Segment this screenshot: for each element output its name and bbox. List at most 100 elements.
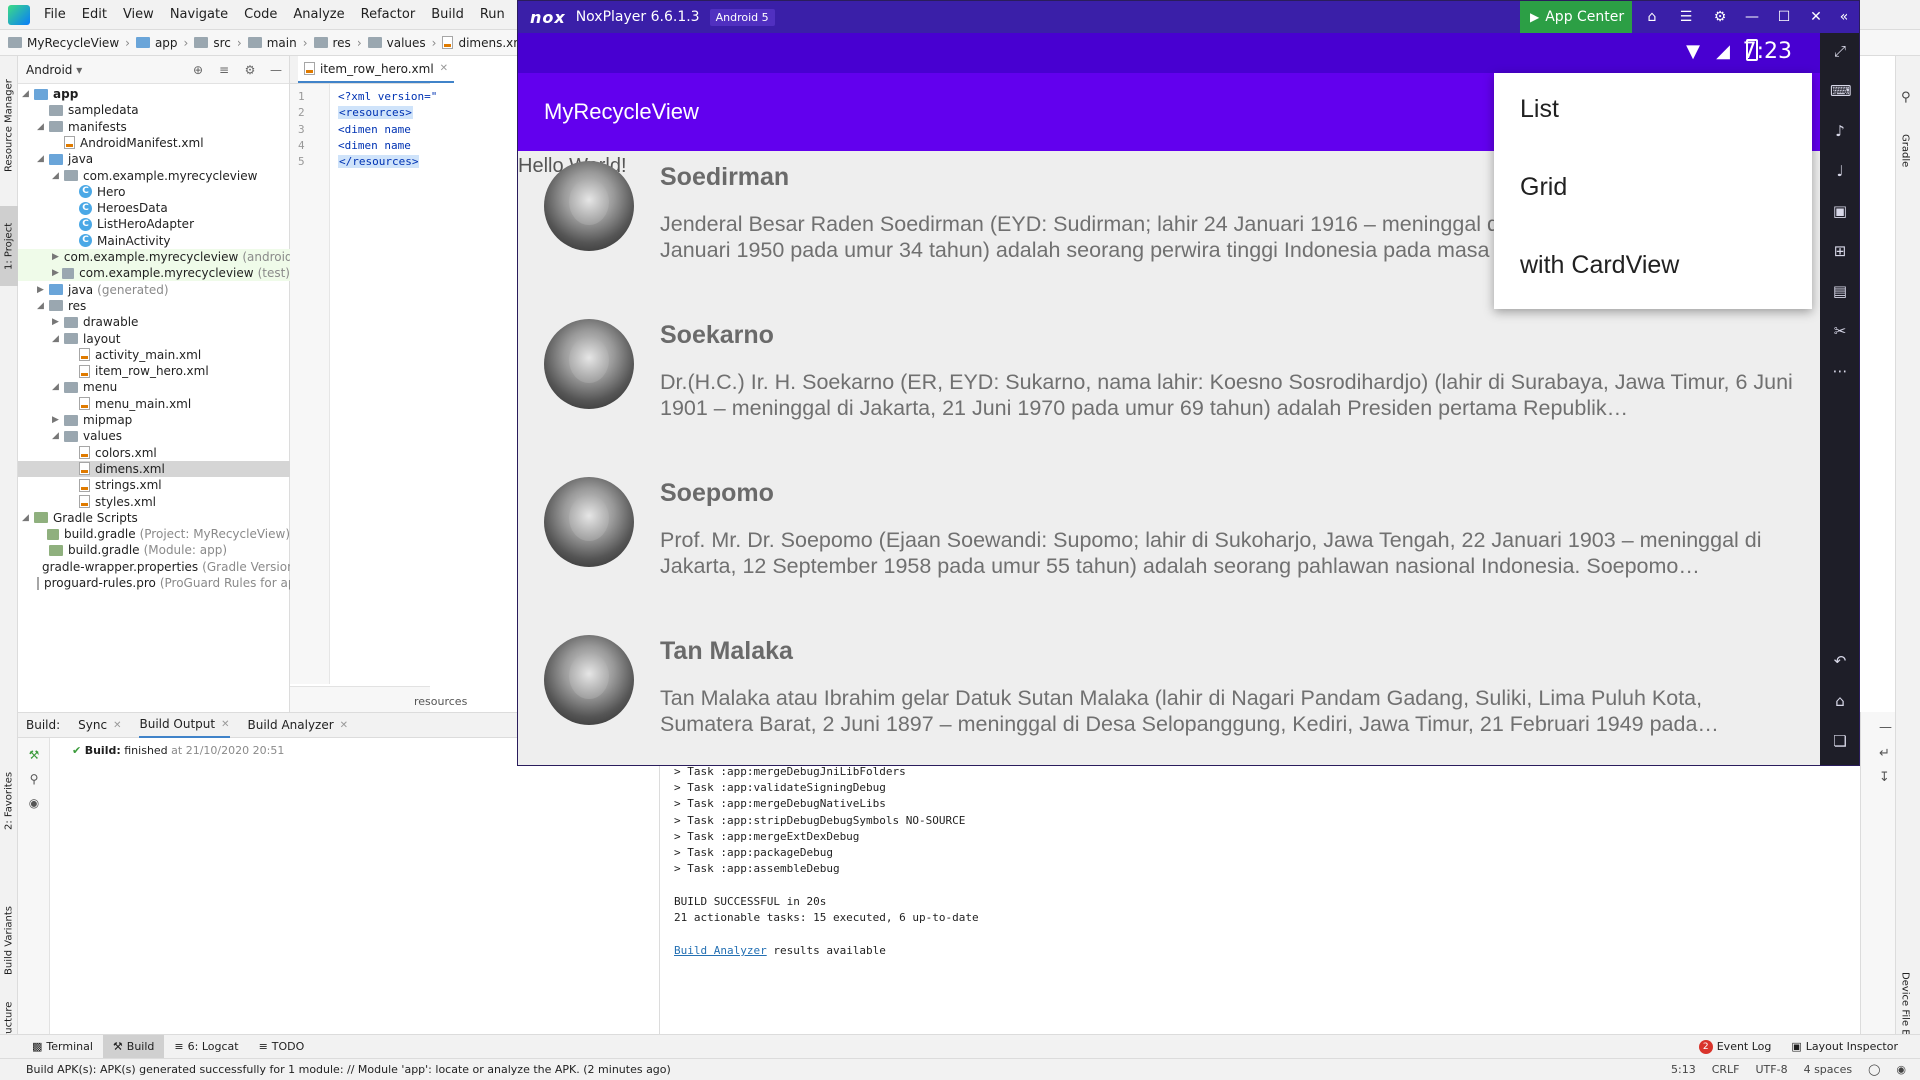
chevron-down-icon[interactable]: ◢: [37, 301, 49, 311]
menu-edit[interactable]: Edit: [74, 7, 115, 22]
chevron-down-icon[interactable]: ◢: [22, 89, 34, 99]
pin-icon[interactable]: ⚲: [27, 772, 41, 786]
chevron-down-icon[interactable]: ◢: [52, 431, 64, 441]
add-apk-icon[interactable]: ⊞: [1830, 241, 1850, 261]
collapse-all-icon[interactable]: ≡: [217, 63, 231, 77]
logcat-tab[interactable]: ≡ 6: Logcat: [164, 1035, 248, 1059]
inspector-icon[interactable]: ◉: [1888, 1063, 1920, 1076]
tab-build-output[interactable]: Build Output ✕: [139, 712, 230, 738]
tab-build-analyzer[interactable]: Build Analyzer ✕: [248, 718, 349, 732]
tree-item[interactable]: build.gradle (Module: app): [18, 542, 290, 558]
app-center-button[interactable]: App Center: [1520, 1, 1632, 33]
tab-sync[interactable]: Sync ✕: [78, 718, 121, 732]
locate-icon[interactable]: ⊕: [191, 63, 205, 77]
terminal-tab[interactable]: ▩ Terminal: [22, 1035, 103, 1059]
line-separator[interactable]: CRLF: [1704, 1063, 1748, 1076]
hide-panel-icon[interactable]: —: [269, 63, 283, 77]
menu-item-grid[interactable]: Grid: [1520, 173, 1567, 202]
chevron-down-icon[interactable]: ◢: [22, 513, 34, 523]
breadcrumb-item[interactable]: main: [247, 36, 308, 50]
soft-wrap-icon[interactable]: ↵: [1879, 746, 1890, 761]
tree-item[interactable]: item_row_hero.xml: [18, 363, 290, 379]
menu-item-cardview[interactable]: with CardView: [1520, 251, 1679, 280]
tree-item[interactable]: ◢ manifests: [18, 119, 290, 135]
tree-item[interactable]: ◢ menu: [18, 379, 290, 395]
tree-item[interactable]: ▶ com.example.myrecycleview (androidTest): [18, 249, 321, 265]
gear-icon[interactable]: ⚙: [243, 63, 257, 77]
chevron-right-icon[interactable]: ▶: [52, 252, 59, 262]
screen-icon[interactable]: ▣: [1830, 201, 1850, 221]
hero-item[interactable]: Tan Malaka Tan Malaka atau Ibrahim gelar …: [518, 625, 1820, 765]
menu-view[interactable]: View: [115, 7, 162, 22]
multi-instance-icon[interactable]: ▤: [1830, 281, 1850, 301]
build-analyzer-link[interactable]: Build Analyzer: [674, 944, 767, 957]
tree-item[interactable]: ▶ com.example.myrecycleview (test): [18, 265, 290, 282]
tree-item[interactable]: C MainActivity: [18, 233, 290, 249]
tree-item[interactable]: proguard-rules.pro (ProGuard Rules for ap…: [18, 575, 308, 591]
tree-item[interactable]: colors.xml: [18, 445, 290, 461]
editor-tab[interactable]: item_row_hero.xml ✕: [298, 56, 455, 83]
chevron-right-icon[interactable]: ▶: [52, 415, 64, 425]
volume-up-icon[interactable]: ♪: [1830, 121, 1850, 141]
minimize-icon[interactable]: —: [1742, 7, 1762, 27]
tree-item[interactable]: styles.xml: [18, 494, 290, 510]
back-icon[interactable]: ↶: [1830, 651, 1850, 671]
file-encoding[interactable]: UTF-8: [1748, 1063, 1796, 1076]
tree-item[interactable]: ▶ java (generated): [18, 282, 290, 298]
menu-code[interactable]: Code: [236, 7, 285, 22]
more-icon[interactable]: ⋯: [1830, 361, 1850, 381]
tree-item[interactable]: ▶ mipmap: [18, 412, 290, 428]
tree-item[interactable]: sampledata: [18, 102, 290, 118]
favorites-tab[interactable]: 2: Favorites: [0, 756, 18, 846]
close-icon[interactable]: ✕: [221, 719, 229, 730]
lock-icon[interactable]: ◯: [1860, 1063, 1888, 1076]
keyboard-icon[interactable]: ⌨: [1830, 81, 1852, 101]
home-icon[interactable]: ⌂: [1830, 691, 1850, 711]
eye-icon[interactable]: ◉: [27, 796, 41, 810]
tree-item[interactable]: ◢ res: [18, 298, 290, 314]
recents-icon[interactable]: ❏: [1830, 731, 1850, 751]
tree-item[interactable]: dimens.xml: [18, 460, 290, 477]
layout-inspector-button[interactable]: ▣ Layout Inspector: [1781, 1035, 1908, 1059]
close-icon[interactable]: ✕: [113, 720, 121, 731]
build-variants-tab[interactable]: Build Variants: [0, 886, 18, 996]
chevron-right-icon[interactable]: ▶: [52, 317, 64, 327]
hero-item[interactable]: Soepomo Prof. Mr. Dr. Soepomo (Ejaan Soew…: [518, 467, 1820, 625]
hero-item[interactable]: Soekarno Dr.(H.C.) Ir. H. Soekarno (ER, E…: [518, 309, 1820, 467]
tree-item[interactable]: ◢ values: [18, 428, 290, 444]
tree-item[interactable]: menu_main.xml: [18, 396, 290, 412]
breadcrumb-item[interactable]: app: [135, 36, 188, 50]
cursor-position[interactable]: 5:13: [1663, 1063, 1704, 1076]
scroll-to-end-icon[interactable]: ↧: [1879, 770, 1890, 785]
todo-tab[interactable]: ≡ TODO: [249, 1035, 315, 1059]
scissors-icon[interactable]: ✂: [1830, 321, 1850, 341]
settings-icon[interactable]: ⚙: [1710, 7, 1730, 27]
chevron-down-icon[interactable]: ◢: [52, 334, 64, 344]
menu-navigate[interactable]: Navigate: [162, 7, 236, 22]
tree-item[interactable]: ◢ java: [18, 151, 290, 167]
collapse-sidebar-icon[interactable]: «: [1834, 7, 1854, 27]
tree-item[interactable]: strings.xml: [18, 477, 290, 493]
tree-item[interactable]: ▶ drawable: [18, 314, 290, 330]
chevron-right-icon[interactable]: ▶: [37, 285, 49, 295]
close-icon[interactable]: ✕: [340, 720, 348, 731]
close-icon[interactable]: ✕: [1806, 7, 1826, 27]
chevron-down-icon[interactable]: ◢: [52, 171, 64, 181]
tree-item[interactable]: ◢ app: [18, 86, 290, 102]
menu-file[interactable]: File: [36, 7, 74, 22]
tree-item[interactable]: ◢ Gradle Scripts: [18, 510, 290, 526]
breadcrumb-item[interactable]: MyRecycleView: [8, 36, 130, 50]
search-icon[interactable]: ⚲: [1901, 90, 1911, 105]
chevron-right-icon[interactable]: ▶: [52, 268, 62, 278]
hammer-icon[interactable]: ⚒: [27, 748, 41, 762]
build-status-row[interactable]: ✔ Build: finished at 21/10/2020 20:51: [72, 744, 284, 757]
tree-item[interactable]: C Hero: [18, 184, 290, 200]
gradle-tab[interactable]: Gradle: [1896, 116, 1914, 186]
tree-item[interactable]: activity_main.xml: [18, 347, 290, 363]
menu-run[interactable]: Run: [472, 7, 513, 22]
tree-item[interactable]: AndroidManifest.xml: [18, 135, 290, 151]
project-tab[interactable]: 1: Project: [0, 206, 18, 286]
project-view-dropdown[interactable]: Android: [26, 63, 82, 77]
chevron-down-icon[interactable]: ◢: [52, 382, 64, 392]
tree-item[interactable]: ◢ layout: [18, 331, 290, 347]
